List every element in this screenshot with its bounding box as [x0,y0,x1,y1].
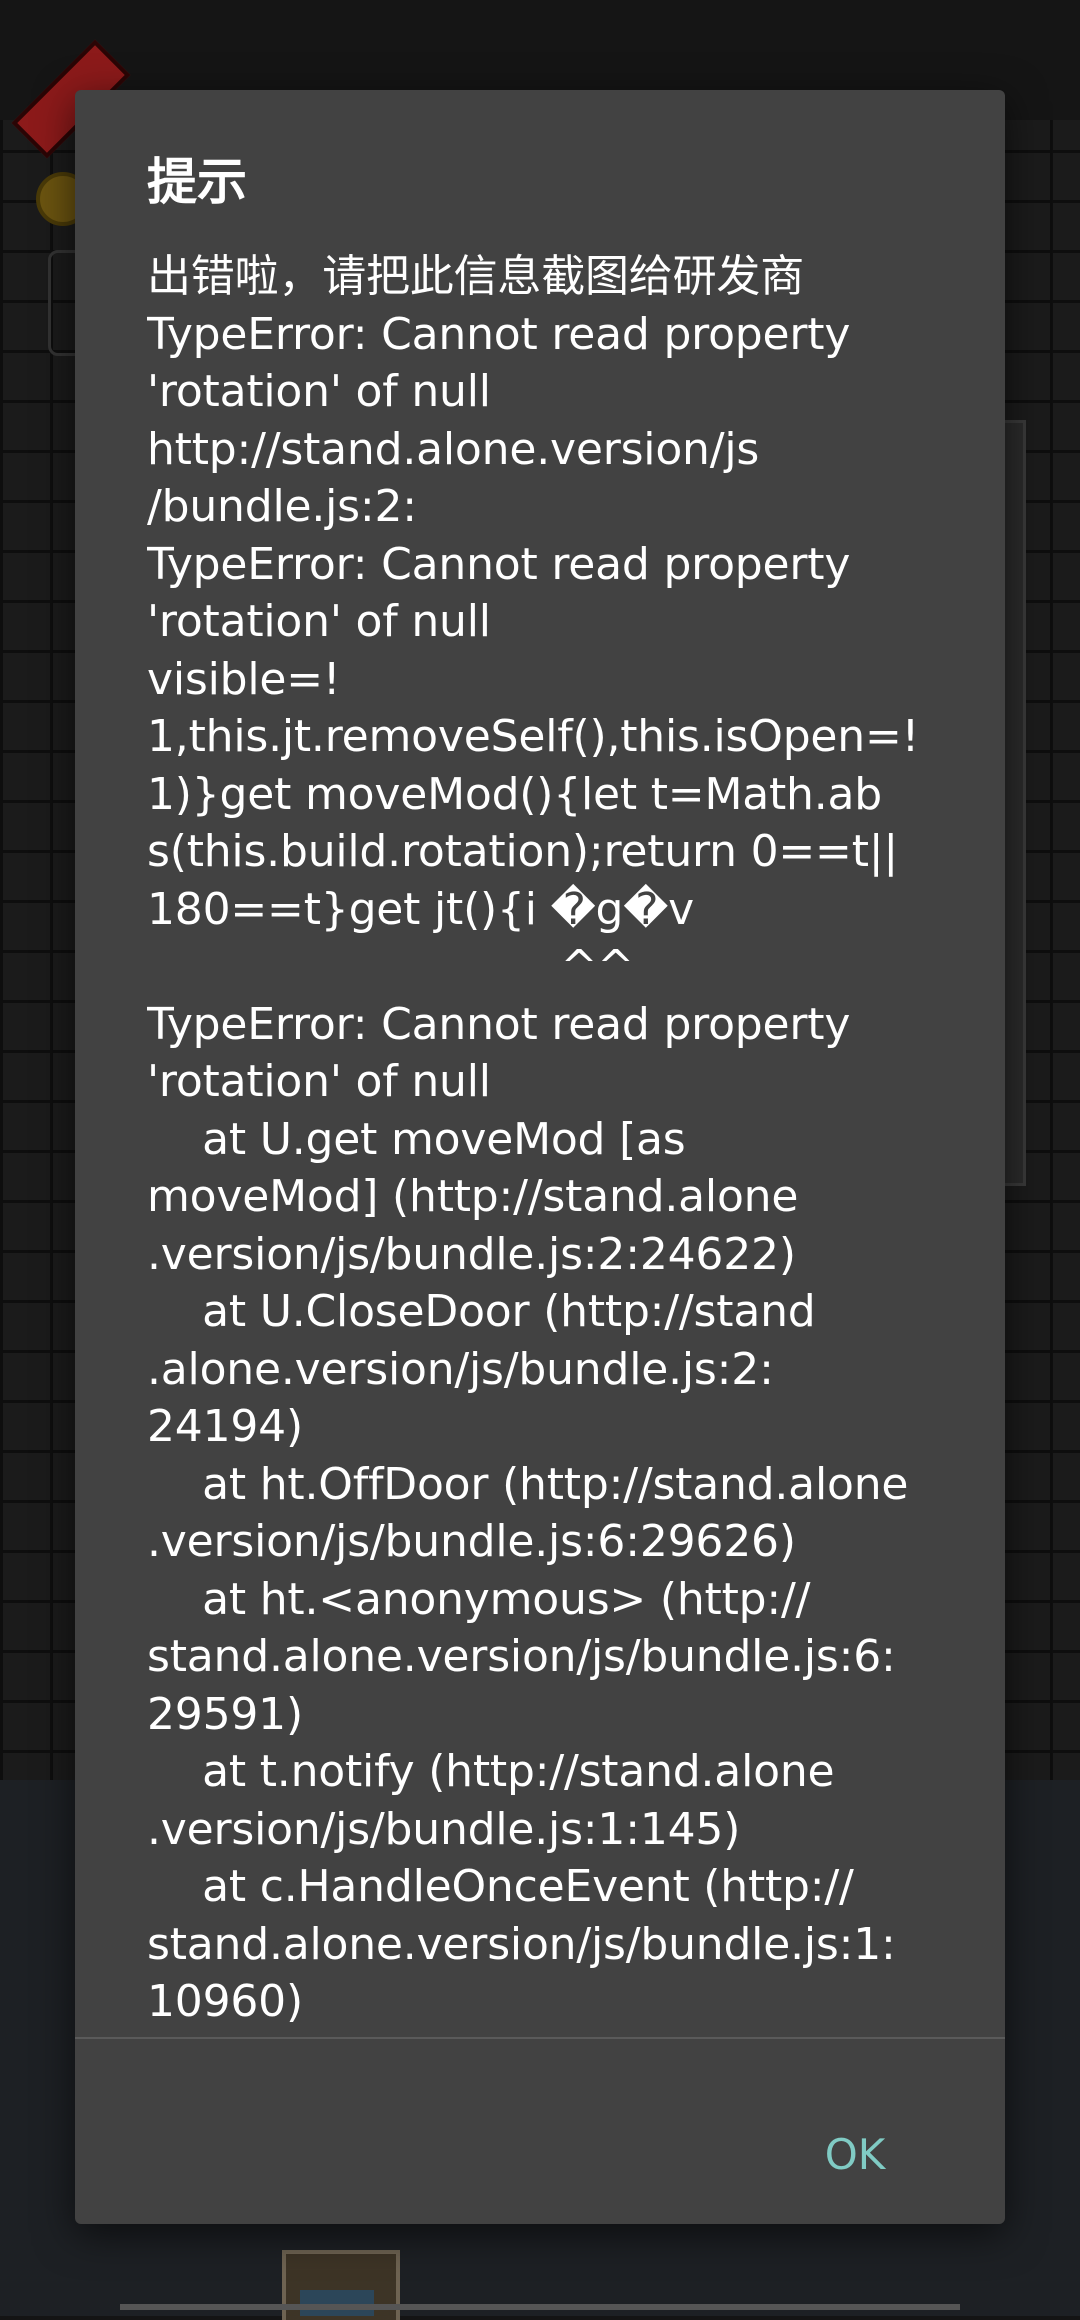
message-line: visible=! [147,653,341,705]
message-line: 'rotation' of null [147,1056,491,1107]
message-line: 1)}get moveMod(){let t=Math.ab [147,768,883,820]
message-line: 29591) [147,1688,303,1740]
message-line: 10960) [147,1976,303,2027]
message-line: 24194) [147,1401,303,1452]
dialog-message: 出错啦，请把此信息截图给研发商 TypeError: Cannot read p… [147,248,947,2031]
message-line: http://stand.alone.version/js [147,423,760,475]
message-line: at c.HandleOnceEvent (http:// [147,1861,854,1912]
message-line: at U.get moveMod [as [147,1113,686,1165]
message-line: /bundle.js:2: [147,481,417,532]
dialog-message-scroll[interactable]: 出错啦，请把此信息截图给研发商 TypeError: Cannot read p… [147,248,947,2128]
message-line: .version/js/bundle.js:1:145) [147,1803,741,1855]
message-line: .alone.version/js/bundle.js:2: [147,1343,774,1395]
bottom-bar [120,2304,960,2310]
message-line: TypeError: Cannot read property [147,308,851,360]
door-window [300,2290,374,2316]
error-dialog: 提示 出错啦，请把此信息截图给研发商 TypeError: Cannot rea… [75,90,1005,2224]
message-line: at ht.<anonymous> (http:// [147,1573,811,1625]
message-line: 'rotation' of null [147,596,491,647]
message-line: .version/js/bundle.js:2:24622) [147,1228,796,1280]
message-line: at U.CloseDoor (http://stand [147,1286,816,1337]
message-line: 180==t}get jt(){i �g�v [147,883,695,935]
message-line: 'rotation' of null [147,366,491,417]
ok-button[interactable]: OK [775,2110,935,2200]
message-line: 1,this.jt.removeSelf(),this.isOpen=! [147,711,920,762]
message-line: TypeError: Cannot read property [147,538,851,590]
message-line: stand.alone.version/js/bundle.js:1: [147,1918,896,1970]
message-line: stand.alone.version/js/bundle.js:6: [147,1631,896,1682]
message-line: 出错啦，请把此信息截图给研发商 [147,251,804,302]
message-line: moveMod] (http://stand.alone [147,1171,799,1222]
message-line: TypeError: Cannot read property [147,998,851,1050]
message-line: .version/js/bundle.js:6:29626) [147,1516,796,1567]
message-line: at ht.OffDoor (http://stand.alone [147,1458,909,1510]
message-line: at t.notify (http://stand.alone [147,1746,835,1797]
message-line: s(this.build.rotation);return 0==t|| [147,826,899,877]
dialog-title: 提示 [147,153,247,211]
message-line: ^^ [147,941,635,992]
dialog-divider [75,2037,1005,2039]
